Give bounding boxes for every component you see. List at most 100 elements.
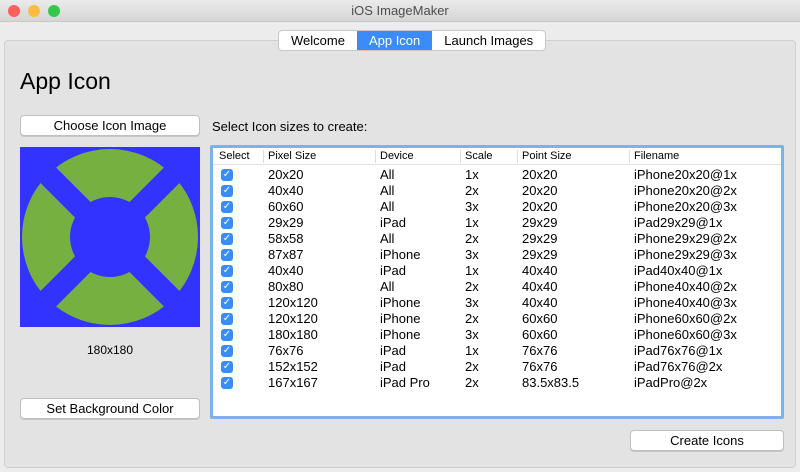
scale-cell: 3x bbox=[465, 295, 479, 310]
point-size-cell: 29x29 bbox=[522, 231, 558, 246]
point-size-cell: 40x40 bbox=[522, 263, 558, 278]
select-checkbox[interactable]: ✓ bbox=[221, 297, 233, 309]
pixel-size-cell: 29x29 bbox=[268, 215, 304, 230]
device-cell: All bbox=[380, 199, 395, 214]
table-row[interactable]: ✓ 58x58 All 2x 29x29 iPhone29x29@2x bbox=[213, 231, 781, 247]
zoom-button[interactable] bbox=[48, 5, 60, 17]
table-row[interactable]: ✓ 120x120 iPhone 2x 60x60 iPhone60x60@2x bbox=[213, 311, 781, 327]
device-cell: iPad bbox=[380, 263, 407, 278]
table-row[interactable]: ✓ 87x87 iPhone 3x 29x29 iPhone29x29@3x bbox=[213, 247, 781, 263]
set-background-color-button[interactable]: Set Background Color bbox=[20, 398, 200, 419]
filename-cell: iPhone29x29@2x bbox=[634, 231, 737, 246]
header-filename[interactable]: Filename bbox=[629, 150, 679, 163]
point-size-cell: 40x40 bbox=[522, 295, 558, 310]
pixel-size-cell: 167x167 bbox=[268, 375, 318, 390]
filename-cell: iPad40x40@1x bbox=[634, 263, 723, 278]
point-size-cell: 76x76 bbox=[522, 359, 558, 374]
select-checkbox[interactable]: ✓ bbox=[221, 169, 233, 181]
select-checkbox[interactable]: ✓ bbox=[221, 377, 233, 389]
pixel-size-cell: 20x20 bbox=[268, 167, 304, 182]
table-row[interactable]: ✓ 76x76 iPad 1x 76x76 iPad76x76@1x bbox=[213, 343, 781, 359]
select-checkbox[interactable]: ✓ bbox=[221, 361, 233, 373]
scale-cell: 1x bbox=[465, 167, 479, 182]
tab-app-icon[interactable]: App Icon bbox=[356, 31, 433, 50]
tab-welcome[interactable]: Welcome bbox=[279, 31, 357, 50]
device-cell: iPhone bbox=[380, 295, 421, 310]
select-checkbox[interactable]: ✓ bbox=[221, 313, 233, 325]
title-bar: iOS ImageMaker bbox=[0, 0, 800, 22]
filename-cell: iPhone60x60@2x bbox=[634, 311, 737, 326]
scale-cell: 2x bbox=[465, 279, 479, 294]
select-checkbox[interactable]: ✓ bbox=[221, 249, 233, 261]
scale-cell: 2x bbox=[465, 183, 479, 198]
table-row[interactable]: ✓ 20x20 All 1x 20x20 iPhone20x20@1x bbox=[213, 167, 781, 183]
table-row[interactable]: ✓ 40x40 All 2x 20x20 iPhone20x20@2x bbox=[213, 183, 781, 199]
point-size-cell: 76x76 bbox=[522, 343, 558, 358]
pixel-size-cell: 120x120 bbox=[268, 311, 318, 326]
table-row[interactable]: ✓ 60x60 All 3x 20x20 iPhone20x20@3x bbox=[213, 199, 781, 215]
icon-sizes-table[interactable]: Select Pixel Size Device Scale Point Siz… bbox=[210, 145, 784, 419]
table-row[interactable]: ✓ 29x29 iPad 1x 29x29 iPad29x29@1x bbox=[213, 215, 781, 231]
scale-cell: 2x bbox=[465, 359, 479, 374]
scale-cell: 3x bbox=[465, 247, 479, 262]
table-row[interactable]: ✓ 180x180 iPhone 3x 60x60 iPhone60x60@3x bbox=[213, 327, 781, 343]
scale-cell: 1x bbox=[465, 343, 479, 358]
point-size-cell: 29x29 bbox=[522, 247, 558, 262]
minimize-button[interactable] bbox=[28, 5, 40, 17]
pixel-size-cell: 40x40 bbox=[268, 263, 304, 278]
create-icons-button[interactable]: Create Icons bbox=[630, 430, 784, 451]
table-row[interactable]: ✓ 40x40 iPad 1x 40x40 iPad40x40@1x bbox=[213, 263, 781, 279]
pixel-size-cell: 80x80 bbox=[268, 279, 304, 294]
pixel-size-cell: 120x120 bbox=[268, 295, 318, 310]
scale-cell: 3x bbox=[465, 199, 479, 214]
select-checkbox[interactable]: ✓ bbox=[221, 217, 233, 229]
page-title: App Icon bbox=[20, 68, 111, 94]
icon-size-label: 180x180 bbox=[86, 343, 134, 357]
device-cell: iPad bbox=[380, 359, 407, 374]
window-title: iOS ImageMaker bbox=[351, 3, 449, 18]
pixel-size-cell: 60x60 bbox=[268, 199, 304, 214]
tab-launch-images[interactable]: Launch Images bbox=[432, 31, 545, 50]
select-checkbox[interactable]: ✓ bbox=[221, 281, 233, 293]
pixel-size-cell: 40x40 bbox=[268, 183, 304, 198]
close-button[interactable] bbox=[8, 5, 20, 17]
select-checkbox[interactable]: ✓ bbox=[221, 265, 233, 277]
filename-cell: iPhone20x20@3x bbox=[634, 199, 737, 214]
select-checkbox[interactable]: ✓ bbox=[221, 329, 233, 341]
device-cell: All bbox=[380, 167, 395, 182]
header-pixel-size[interactable]: Pixel Size bbox=[263, 150, 316, 163]
header-device[interactable]: Device bbox=[375, 150, 414, 163]
instructions-label: Select Icon sizes to create: bbox=[212, 119, 368, 134]
scale-cell: 1x bbox=[465, 263, 479, 278]
select-checkbox[interactable]: ✓ bbox=[221, 185, 233, 197]
device-cell: All bbox=[380, 183, 395, 198]
scale-cell: 2x bbox=[465, 231, 479, 246]
select-checkbox[interactable]: ✓ bbox=[221, 201, 233, 213]
choose-icon-image-button[interactable]: Choose Icon Image bbox=[20, 115, 200, 136]
filename-cell: iPhone40x40@2x bbox=[634, 279, 737, 294]
table-row[interactable]: ✓ 152x152 iPad 2x 76x76 iPad76x76@2x bbox=[213, 359, 781, 375]
icon-preview-image bbox=[20, 147, 200, 327]
point-size-cell: 83.5x83.5 bbox=[522, 375, 580, 390]
table-row[interactable]: ✓ 167x167 iPad Pro 2x 83.5x83.5 iPadPro@2x bbox=[213, 375, 781, 391]
filename-cell: iPad29x29@1x bbox=[634, 215, 723, 230]
device-cell: iPad bbox=[380, 343, 407, 358]
header-scale[interactable]: Scale bbox=[460, 150, 493, 163]
table-row[interactable]: ✓ 120x120 iPhone 3x 40x40 iPhone40x40@3x bbox=[213, 295, 781, 311]
filename-cell: iPhone20x20@2x bbox=[634, 183, 737, 198]
device-cell: iPhone bbox=[380, 311, 421, 326]
header-select[interactable]: Select bbox=[215, 150, 250, 163]
filename-cell: iPad76x76@1x bbox=[634, 343, 723, 358]
filename-cell: iPad76x76@2x bbox=[634, 359, 723, 374]
pixel-size-cell: 152x152 bbox=[268, 359, 318, 374]
select-checkbox[interactable]: ✓ bbox=[221, 345, 233, 357]
device-cell: iPad bbox=[380, 215, 407, 230]
pixel-size-cell: 87x87 bbox=[268, 247, 304, 262]
header-point-size[interactable]: Point Size bbox=[517, 150, 572, 163]
point-size-cell: 20x20 bbox=[522, 183, 558, 198]
table-row[interactable]: ✓ 80x80 All 2x 40x40 iPhone40x40@2x bbox=[213, 279, 781, 295]
device-cell: iPhone bbox=[380, 327, 421, 342]
filename-cell: iPhone60x60@3x bbox=[634, 327, 737, 342]
select-checkbox[interactable]: ✓ bbox=[221, 233, 233, 245]
filename-cell: iPhone29x29@3x bbox=[634, 247, 737, 262]
